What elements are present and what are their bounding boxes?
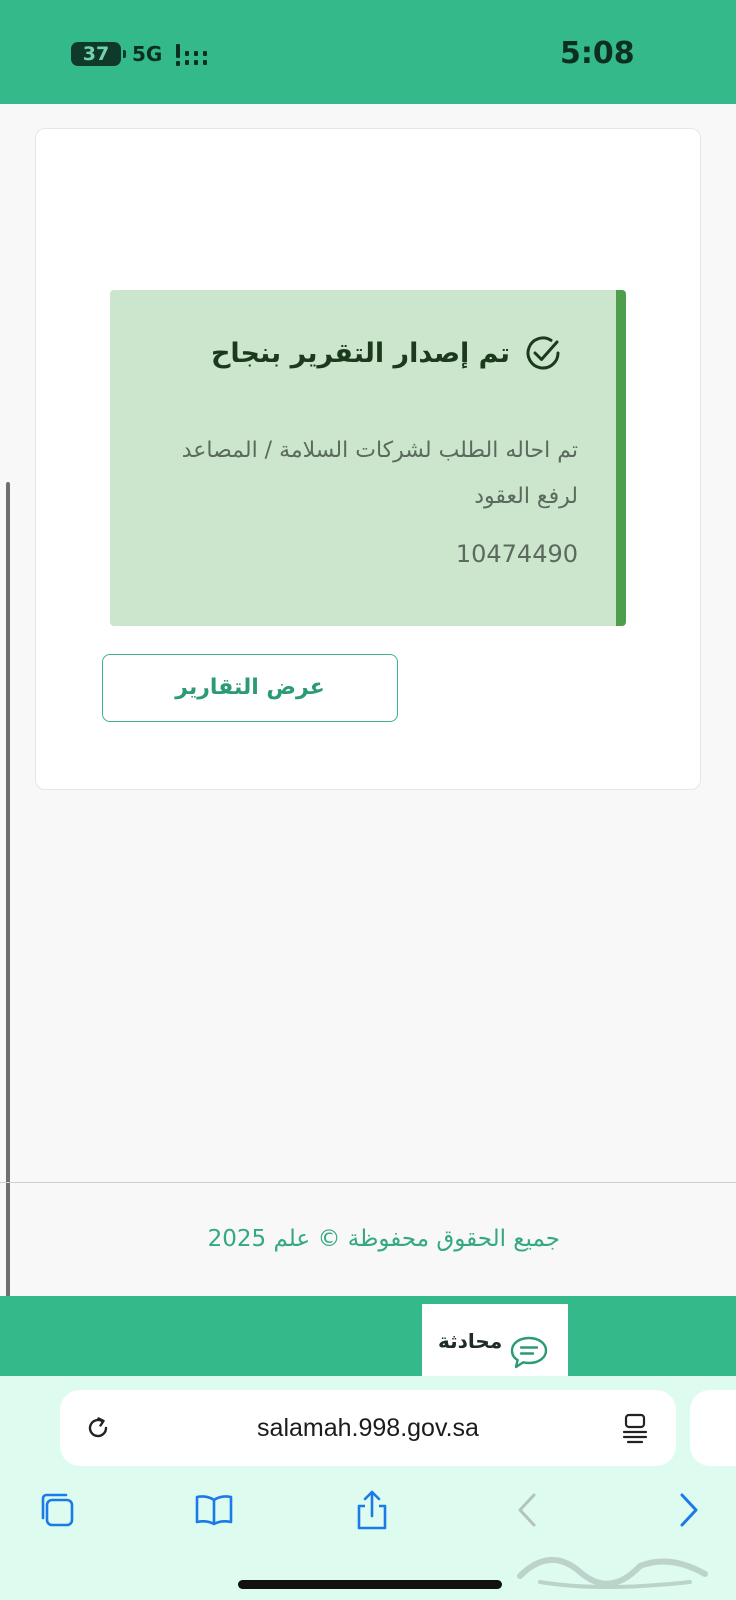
alert-title: تم إصدار التقرير بنجاح	[210, 338, 510, 369]
reader-mode-icon[interactable]	[620, 1412, 650, 1444]
book-icon[interactable]	[192, 1488, 236, 1532]
footer-divider	[0, 1182, 736, 1183]
alert-message: تم احاله الطلب لشركات السلامة / المصاعد …	[181, 438, 578, 509]
share-icon[interactable]	[350, 1488, 394, 1532]
chevron-left-icon[interactable]	[506, 1488, 550, 1532]
home-indicator	[238, 1580, 502, 1589]
url-text: salamah.998.gov.sa	[257, 1414, 479, 1442]
request-number: 10474490	[455, 540, 578, 568]
view-reports-button[interactable]: عرض التقارير	[102, 654, 398, 722]
status-bar: 37 5G 5:08	[0, 0, 736, 104]
copyright-text: جميع الحقوق محفوظة © علم 2025	[207, 1226, 560, 1252]
address-bar[interactable]: salamah.998.gov.sa	[60, 1390, 676, 1466]
tabs-icon[interactable]	[36, 1488, 80, 1532]
watermark-logo	[517, 1556, 708, 1589]
next-tab-address-bar[interactable]	[690, 1390, 736, 1466]
chat-label: محادثة	[438, 1329, 503, 1353]
browser-toolbar: salamah.998.gov.sa	[0, 1376, 736, 1600]
chat-bubble-icon	[510, 1336, 548, 1369]
footer-band	[0, 1296, 736, 1376]
check-circle-icon	[526, 336, 560, 370]
chat-button[interactable]: محادثة	[422, 1304, 568, 1376]
clock: 5:08	[560, 36, 635, 71]
chevron-right-icon[interactable]	[666, 1488, 710, 1532]
network-type: 5G	[132, 42, 163, 66]
signal-icon	[176, 44, 207, 66]
battery-indicator: 37	[71, 42, 126, 66]
reload-icon[interactable]	[84, 1414, 112, 1442]
scroll-indicator[interactable]	[6, 482, 10, 1372]
